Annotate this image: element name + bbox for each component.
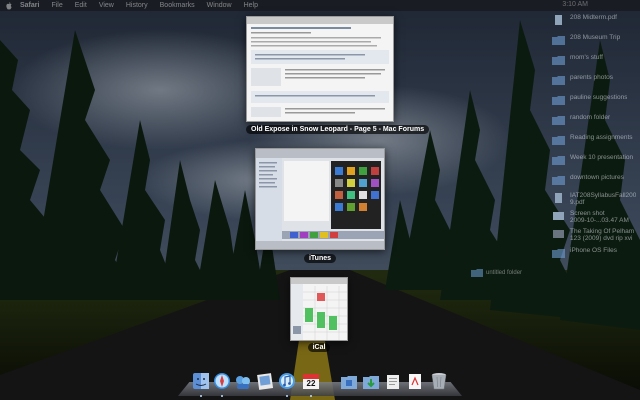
desktop-item-label: iPhone OS Files [570, 247, 617, 254]
folder-icon [552, 156, 565, 165]
desktop-item-label: 208 Museum Trip [570, 34, 621, 41]
window-thumbnail [255, 148, 385, 250]
expose-window-itunes[interactable]: iTunes [255, 148, 385, 266]
ichat-icon[interactable] [234, 371, 252, 391]
folder-icon [552, 96, 565, 105]
folder-icon [552, 36, 565, 45]
desktop-item-label: parents photos [570, 74, 614, 81]
expose-window-safari[interactable]: Old Expose in Snow Leopard - Page 5 - Ma… [246, 16, 430, 136]
folder-icon [552, 76, 565, 85]
applications-stack-icon[interactable] [340, 371, 358, 391]
folder-icon [552, 56, 565, 65]
text-document-icon[interactable] [406, 371, 424, 391]
preview-icon[interactable] [256, 371, 274, 391]
desktop-item-label: mom's stuff [570, 54, 603, 61]
desktop-item-label: The Taking Of Pelham 123 (2009) dvd rip … [570, 228, 635, 242]
window-title: iCal [290, 343, 348, 352]
itunes-icon[interactable] [278, 371, 296, 391]
desktop-item-label: IAT208SyllabusFall200 9.pdf [570, 192, 637, 206]
desktop-folder-label: untitled folder [486, 269, 523, 276]
desktop-item[interactable]: pauline suggestions [552, 94, 640, 112]
folder-icon [552, 116, 565, 125]
folder-icon [552, 249, 565, 258]
desktop-item-label: Week 10 presentation [570, 154, 634, 161]
desktop-item[interactable]: IAT208SyllabusFall200 9.pdf [552, 192, 640, 210]
window-title-text: iTunes [303, 254, 337, 263]
running-indicator [221, 395, 223, 397]
desktop-folder[interactable]: untitled folder [471, 268, 522, 277]
desktop-item-label: pauline suggestions [570, 94, 628, 101]
desktop-item[interactable]: parents photos [552, 74, 640, 92]
folder-icon [552, 136, 565, 145]
menu-view[interactable]: View [99, 2, 114, 9]
dock: 22 [178, 368, 462, 398]
menu-history[interactable]: History [126, 2, 148, 9]
documents-stack-icon[interactable] [384, 371, 402, 391]
window-thumbnail [246, 16, 394, 122]
window-thumbnail [290, 277, 348, 341]
expose-window-ical[interactable]: iCal [290, 277, 348, 353]
window-title: iTunes [255, 254, 385, 263]
desktop-item[interactable]: The Taking Of Pelham 123 (2009) dvd rip … [552, 228, 640, 246]
desktop-item[interactable]: iPhone OS Files [552, 247, 640, 265]
desktop-item[interactable]: 208 Museum Trip [552, 34, 640, 52]
desktop-item[interactable]: Screen shot 2009-10-...03.47 AM [552, 210, 640, 228]
trash-icon[interactable] [430, 371, 448, 391]
menu-file[interactable]: File [51, 2, 62, 9]
menu-bookmarks[interactable]: Bookmarks [160, 2, 195, 9]
running-indicator [200, 395, 202, 397]
apple-menu-icon[interactable] [6, 1, 12, 10]
desktop-item-label: random folder [570, 114, 611, 121]
ical-day: 22 [306, 379, 316, 388]
menu-window[interactable]: Window [207, 2, 232, 9]
desktop-item[interactable]: Reading assignments [552, 134, 640, 152]
downloads-stack-icon[interactable] [362, 371, 380, 391]
desktop-item[interactable]: downtown pictures [552, 174, 640, 192]
desktop-item[interactable]: 208 Midterm.pdf [552, 14, 640, 32]
running-indicator [310, 395, 312, 397]
window-title-text: Old Expose in Snow Leopard - Page 5 - Ma… [246, 125, 430, 134]
safari-icon[interactable] [213, 371, 231, 391]
movie-icon [553, 230, 564, 238]
document-icon [555, 193, 562, 203]
menu-clock[interactable]: 3:10 AM [562, 1, 588, 8]
running-indicator [286, 395, 288, 397]
desktop-item[interactable]: mom's stuff [552, 54, 640, 72]
desktop-item-label: 208 Midterm.pdf [570, 14, 617, 21]
desktop-item-label: Screen shot 2009-10-...03.47 AM [570, 210, 629, 224]
window-title: Old Expose in Snow Leopard - Page 5 - Ma… [246, 125, 430, 134]
desktop-item[interactable]: Week 10 presentation [552, 154, 640, 172]
desktop-item-label: Reading assignments [570, 134, 633, 141]
finder-icon[interactable] [192, 371, 210, 391]
folder-icon [471, 269, 483, 277]
ical-icon[interactable]: 22 [302, 371, 320, 391]
menu-edit[interactable]: Edit [75, 2, 87, 9]
menu-bar: Safari File Edit View History Bookmarks … [0, 0, 640, 11]
menu-app-name[interactable]: Safari [20, 2, 39, 9]
image-icon [553, 212, 564, 220]
window-title-text: iCal [307, 343, 331, 352]
document-icon [555, 15, 562, 25]
desktop-item[interactable]: random folder [552, 114, 640, 132]
desktop-item-label: downtown pictures [570, 174, 624, 181]
menu-help[interactable]: Help [244, 2, 258, 9]
folder-icon [552, 176, 565, 185]
